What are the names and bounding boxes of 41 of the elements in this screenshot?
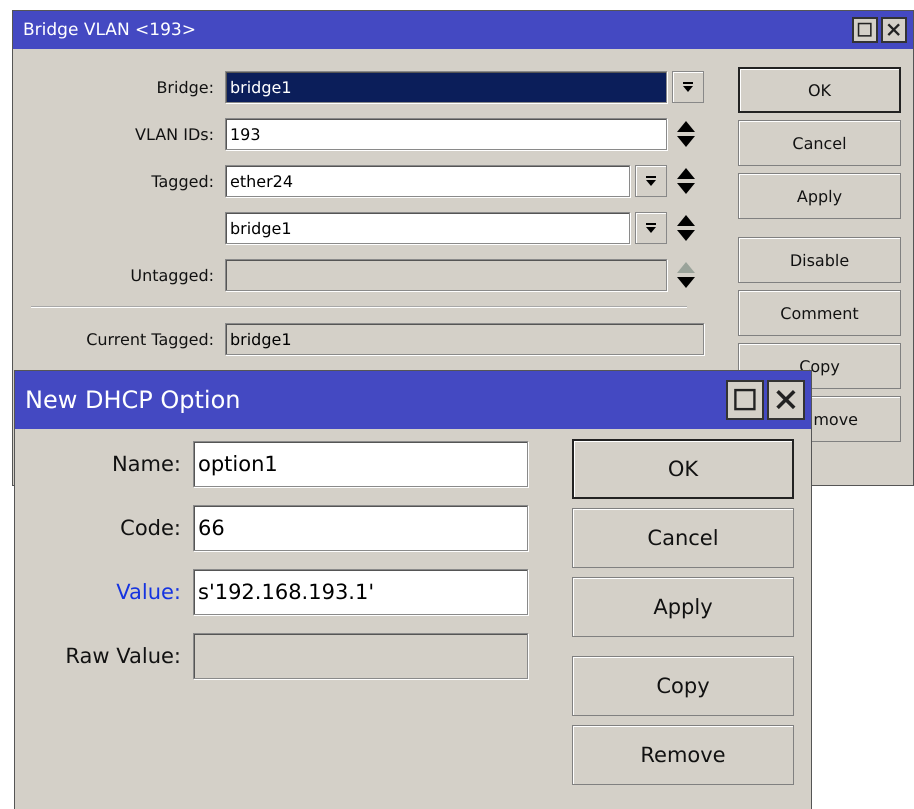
field-label: Raw Value:: [64, 644, 181, 668]
field-label: Name:: [110, 452, 181, 476]
dialog-button[interactable]: Disable: [738, 237, 901, 283]
maximize-icon: [733, 387, 757, 413]
input-field[interactable]: s'192.168.193.1': [193, 569, 528, 615]
field-label: Bridge:: [155, 78, 214, 96]
field-label: Untagged:: [129, 266, 214, 284]
input-field[interactable]: ether24: [225, 165, 630, 197]
close-icon: [886, 22, 902, 38]
spinner-icon[interactable]: [676, 167, 696, 195]
field-label: Value:: [115, 580, 181, 604]
spinner-icon[interactable]: [676, 120, 696, 148]
dialog-button[interactable]: Cancel: [572, 508, 794, 568]
close-button[interactable]: [767, 380, 805, 420]
dropdown-button[interactable]: [635, 165, 667, 197]
dialog-button[interactable]: Remove: [572, 725, 794, 785]
field-label: Current Tagged:: [85, 330, 214, 348]
field-label: Tagged:: [150, 172, 214, 190]
maximize-icon: [857, 22, 873, 38]
input-field[interactable]: 66: [193, 505, 528, 551]
close-button[interactable]: [881, 17, 907, 43]
input-field[interactable]: bridge1: [225, 71, 667, 103]
dialog-button[interactable]: OK: [738, 67, 901, 113]
field-label: VLAN IDs:: [134, 124, 214, 144]
dropdown-button[interactable]: [672, 71, 704, 103]
dialog-button[interactable]: Comment: [738, 290, 901, 336]
dialog-button[interactable]: Apply: [572, 577, 794, 637]
maximize-button[interactable]: [726, 380, 764, 420]
dialog-button[interactable]: Copy: [572, 656, 794, 716]
spinner-icon[interactable]: [676, 214, 696, 242]
dropdown-button[interactable]: [635, 212, 667, 244]
input-field[interactable]: 193: [225, 118, 667, 150]
input-field[interactable]: bridge1: [225, 212, 630, 244]
dialog-button[interactable]: Apply: [738, 173, 901, 219]
window-title: Bridge VLAN <193>: [23, 20, 197, 40]
input-field[interactable]: option1: [193, 441, 528, 487]
window-title: New DHCP Option: [25, 386, 242, 414]
field-label: Code:: [119, 516, 181, 540]
maximize-button[interactable]: [852, 17, 878, 43]
dialog-button[interactable]: OK: [572, 439, 794, 499]
dialog-button[interactable]: Cancel: [738, 120, 901, 166]
